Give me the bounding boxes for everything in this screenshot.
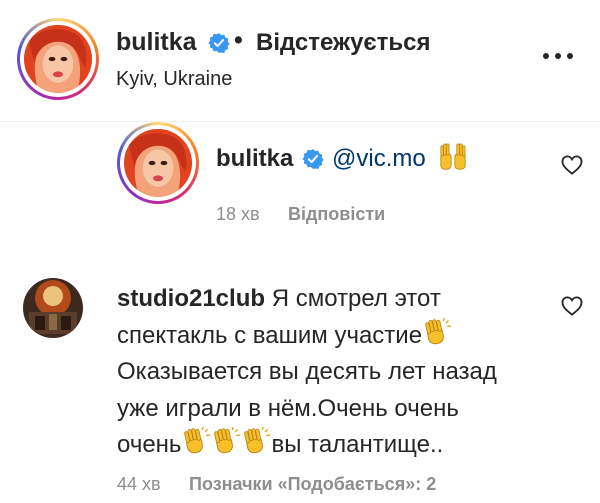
heart-outline-icon[interactable] <box>561 296 583 316</box>
heart-outline-icon[interactable] <box>561 155 583 175</box>
comment-text-line-2: спектакль с вашим участие <box>117 321 423 349</box>
post-header: bulitka • Відстежується Kyiv, Ukraine <box>0 0 600 122</box>
likes-count-link[interactable]: Позначки «Подобається»: 2 <box>189 474 436 495</box>
comment-text-line-4: уже играли в нём.Очень очень <box>117 394 459 422</box>
comment-text-line-3: Оказывается вы десять лет назад <box>117 358 497 385</box>
more-options-icon[interactable] <box>540 46 576 66</box>
follow-status-button[interactable]: Відстежується <box>256 29 431 57</box>
comment-text-line-5-end: вы талантище.. <box>271 431 444 458</box>
post-author-avatar[interactable] <box>17 18 99 100</box>
mention-link[interactable]: @vic.mo <box>332 145 426 173</box>
comment-author-username[interactable]: studio21club <box>117 285 265 312</box>
reply-author-avatar[interactable] <box>117 122 199 204</box>
reply-timestamp: 18 хв <box>216 204 260 224</box>
comment-body: studio21club Я смотрел этот спектакль с … <box>117 281 547 464</box>
header-divider <box>0 121 600 122</box>
raising-hands-emoji <box>438 142 468 172</box>
comment-text-line-5-start: очень <box>117 431 182 458</box>
clapping-hands-emoji <box>211 427 241 457</box>
post-author-username[interactable]: bulitka <box>116 28 197 57</box>
comment-text-line-1: Я смотрел этот <box>265 285 441 312</box>
clapping-hands-emoji <box>241 427 271 457</box>
comment-author-avatar[interactable] <box>23 278 83 338</box>
reply-button[interactable]: Відповісти <box>288 204 385 225</box>
verified-badge-icon <box>208 32 230 54</box>
reply-author-username[interactable]: bulitka <box>216 145 293 173</box>
post-location[interactable]: Kyiv, Ukraine <box>116 68 232 91</box>
clapping-hands-emoji <box>181 427 211 457</box>
header-separator: • <box>234 26 243 54</box>
verified-badge-icon <box>302 148 324 170</box>
clapping-hands-emoji <box>422 318 452 348</box>
comment-timestamp: 44 хв <box>117 474 161 494</box>
